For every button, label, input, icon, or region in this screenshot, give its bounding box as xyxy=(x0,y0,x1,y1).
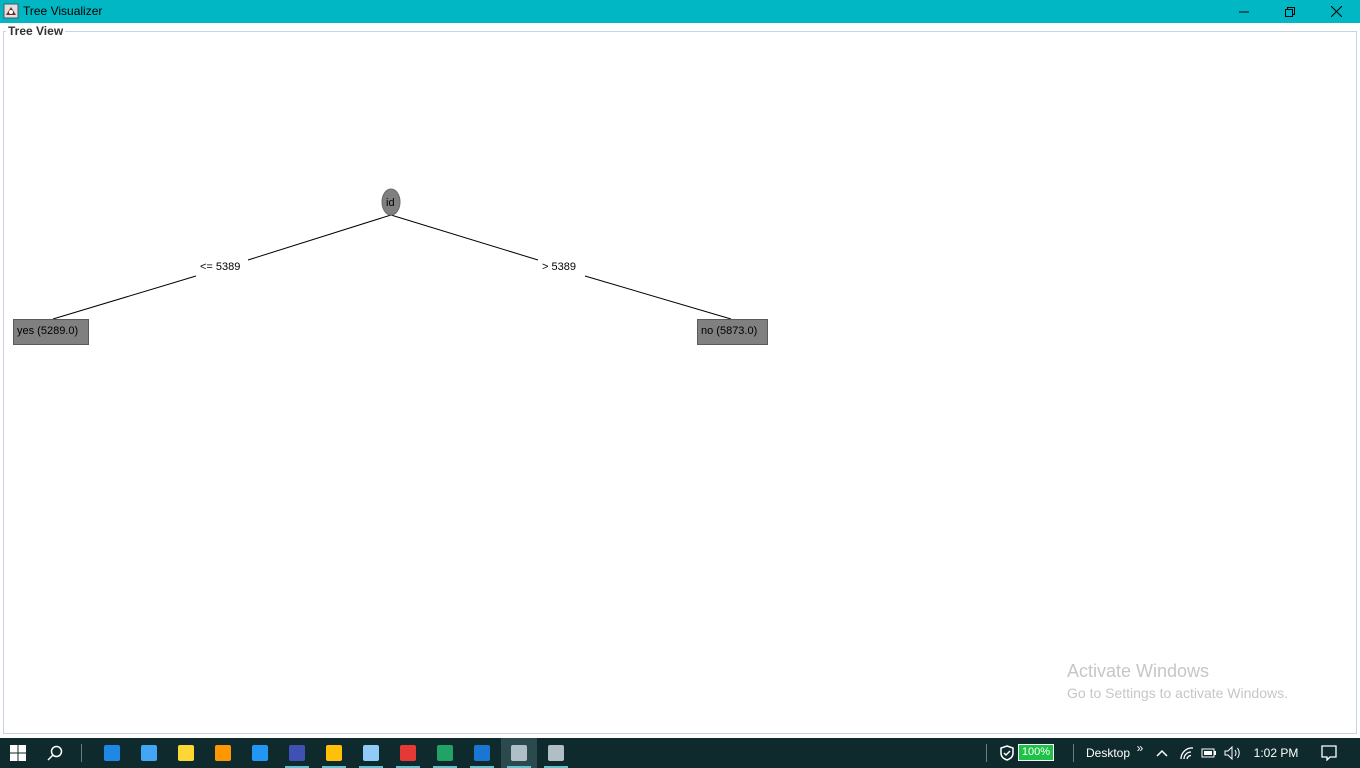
tree-edge-right-lower xyxy=(584,275,732,320)
eclipse-icon xyxy=(289,745,305,761)
edge-label-left: <= 5389 xyxy=(200,261,240,273)
weka-bird-icon[interactable] xyxy=(3,3,19,19)
notes-taskbar-button[interactable] xyxy=(353,738,389,768)
desktop-toolbar-label[interactable]: Desktop xyxy=(1082,738,1134,768)
taskbar: Desktop » 1:02 PM xyxy=(0,738,1360,768)
chrome-icon xyxy=(400,745,416,761)
action-center-button[interactable] xyxy=(1314,738,1344,768)
minimize-button[interactable] xyxy=(1221,0,1267,23)
taskbar-divider xyxy=(80,738,82,768)
notepad-icon xyxy=(178,745,194,761)
search-button[interactable] xyxy=(38,738,72,768)
tree-edge-left-lower xyxy=(52,275,197,320)
title-bar: Tree Visualizer xyxy=(0,0,1360,23)
browser-compass-taskbar-button[interactable] xyxy=(242,738,278,768)
excel-taskbar-button[interactable] xyxy=(427,738,463,768)
notification-icon xyxy=(1321,745,1337,761)
eclipse-taskbar-button[interactable] xyxy=(279,738,315,768)
watermark-subtitle: Go to Settings to activate Windows. xyxy=(1067,685,1288,701)
tree-visualizer-client: Tree View <= 5389 > 5389 id yes (5289.0)… xyxy=(0,23,1360,738)
sublime-taskbar-button[interactable] xyxy=(205,738,241,768)
minimize-icon xyxy=(1239,11,1249,12)
window-title: Tree Visualizer xyxy=(23,4,103,18)
tree-edge-left xyxy=(247,214,392,261)
excel-icon xyxy=(437,745,453,761)
tray-divider xyxy=(985,738,987,768)
chevron-up-icon xyxy=(1156,749,1168,757)
restore-button[interactable] xyxy=(1267,0,1313,23)
defender-shield-icon[interactable] xyxy=(998,738,1016,768)
desktop-icon xyxy=(141,745,157,761)
leaf-node-yes-label: yes (5289.0) xyxy=(17,325,78,337)
volume-icon[interactable] xyxy=(1223,738,1243,768)
explorer-icon xyxy=(104,745,120,761)
start-button[interactable] xyxy=(0,738,36,768)
edge-label-right: > 5389 xyxy=(542,261,576,273)
toolbar-chevron[interactable]: » xyxy=(1134,733,1146,763)
folder-taskbar-button[interactable] xyxy=(316,738,352,768)
watermark-title: Activate Windows xyxy=(1067,661,1210,681)
tree-edge-right xyxy=(390,214,539,261)
battery-percent[interactable]: 100% xyxy=(1018,744,1054,761)
wifi-icon[interactable] xyxy=(1178,738,1196,768)
folder-icon xyxy=(326,745,342,761)
weka-icon xyxy=(548,745,564,761)
battery-tray-icon[interactable] xyxy=(1200,738,1218,768)
notepad-taskbar-button[interactable] xyxy=(168,738,204,768)
explorer-taskbar-button[interactable] xyxy=(94,738,130,768)
notes-icon xyxy=(363,745,379,761)
weka-icon xyxy=(511,745,527,761)
close-button[interactable] xyxy=(1313,0,1359,23)
show-hidden-icons-button[interactable] xyxy=(1153,738,1171,768)
windows-logo-icon xyxy=(10,745,26,761)
tray-divider-2 xyxy=(1072,738,1074,768)
photos-taskbar-button[interactable] xyxy=(464,738,500,768)
root-node-label: id xyxy=(386,197,395,209)
leaf-node-no-label: no (5873.0) xyxy=(701,325,757,337)
close-icon xyxy=(1330,6,1342,17)
activation-watermark: Activate Windows Go to Settings to activ… xyxy=(1067,661,1288,701)
weka-taskbar-button[interactable] xyxy=(501,738,537,768)
search-icon xyxy=(47,745,63,761)
restore-icon xyxy=(1285,6,1295,17)
desktop-taskbar-button[interactable] xyxy=(131,738,167,768)
sublime-icon xyxy=(215,745,231,761)
photos-icon xyxy=(474,745,490,761)
chrome-taskbar-button[interactable] xyxy=(390,738,426,768)
browser-compass-icon xyxy=(252,745,268,761)
clock[interactable]: 1:02 PM xyxy=(1248,738,1304,768)
weka-taskbar-button[interactable] xyxy=(538,738,574,768)
tree-canvas[interactable]: <= 5389 > 5389 id yes (5289.0) no (5873.… xyxy=(0,23,1360,738)
